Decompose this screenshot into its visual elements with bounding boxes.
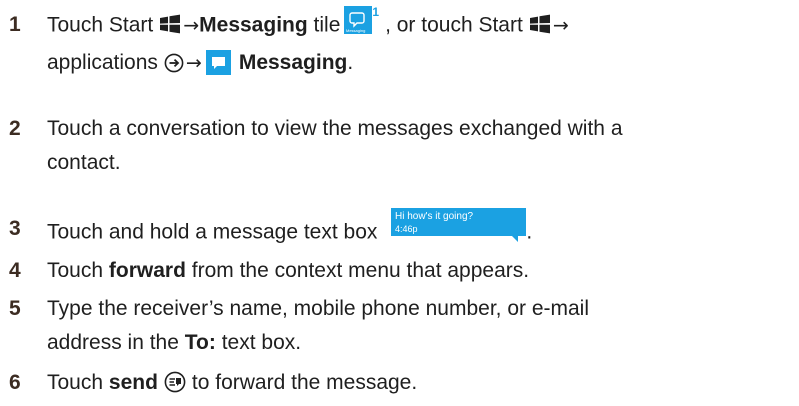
forward-label: forward	[108, 259, 186, 282]
message-bubble-icon: Hi how's it going? 4:46p	[391, 208, 527, 242]
messaging-label: Messaging	[199, 13, 308, 37]
tile-word: tile	[313, 13, 341, 37]
step-line: Type the receiver’s name, mobile phone n…	[47, 297, 590, 320]
step-line: Touch a conversation to view the message…	[47, 117, 623, 140]
tile-badge: 1	[372, 5, 380, 19]
step-text-textbox: text box.	[221, 331, 302, 354]
arrow-circle-right-icon	[164, 54, 184, 73]
messaging-icon	[205, 49, 231, 75]
step-number: 3	[9, 217, 21, 240]
step-text-rest: to forward the message.	[191, 371, 418, 394]
step-text-start: Touch Start	[47, 13, 154, 37]
messaging-tile-icon: Messaging	[344, 6, 373, 34]
step-line: Touch forward from the context menu that…	[47, 258, 787, 284]
arrow-glyph: →	[183, 14, 200, 37]
period: .	[526, 220, 533, 244]
step-text: Touch Start →Messaging tile Messaging 1,…	[47, 5, 787, 76]
step-text-touch: Touch	[47, 371, 104, 394]
bubble-text: Hi how's it going?	[395, 211, 474, 222]
step-number: 6	[9, 371, 21, 394]
windows-logo-icon	[160, 14, 181, 34]
arrow-glyph: →	[185, 52, 202, 74]
step-line: Touch and hold a message text box Hi how…	[47, 208, 787, 244]
step-text: Touch send to forward the message.	[47, 370, 787, 396]
step-number: 5	[9, 297, 21, 320]
step-text-rest: from the context menu that appears.	[191, 259, 530, 282]
step-line: Touch Start →Messaging tile Messaging 1,…	[47, 5, 787, 38]
step-text: Touch and hold a message text box Hi how…	[47, 208, 787, 244]
arrow-glyph: →	[552, 14, 569, 37]
step-text-touch: Touch	[47, 259, 104, 282]
send-icon	[164, 372, 186, 393]
step-text: Type the receiver’s name, mobile phone n…	[47, 296, 787, 356]
step-line: address in the To: text box.	[47, 330, 787, 356]
step-line: contact.	[47, 151, 121, 174]
step-text-address: address in the	[47, 331, 179, 354]
step-number: 2	[9, 117, 21, 140]
windows-logo-icon	[529, 14, 550, 34]
step-number: 4	[9, 259, 21, 282]
step-text-hold: Touch and hold a message text box	[47, 220, 378, 244]
period: .	[347, 51, 354, 74]
step-line: applications → Messaging.	[47, 49, 787, 76]
send-label: send	[108, 371, 158, 394]
messaging-label: Messaging	[238, 51, 348, 74]
step-text-applications: applications	[47, 51, 158, 74]
step-text-mid: , or touch Start	[385, 13, 523, 37]
step-text: Touch a conversation to view the message…	[47, 116, 787, 176]
tile-label: Messaging	[346, 28, 365, 33]
to-label: To:	[184, 331, 216, 354]
step-line: Touch send to forward the message.	[47, 370, 787, 396]
bubble-time: 4:46p	[395, 224, 418, 234]
step-text: Touch forward from the context menu that…	[47, 258, 787, 284]
step-number: 1	[9, 13, 21, 36]
